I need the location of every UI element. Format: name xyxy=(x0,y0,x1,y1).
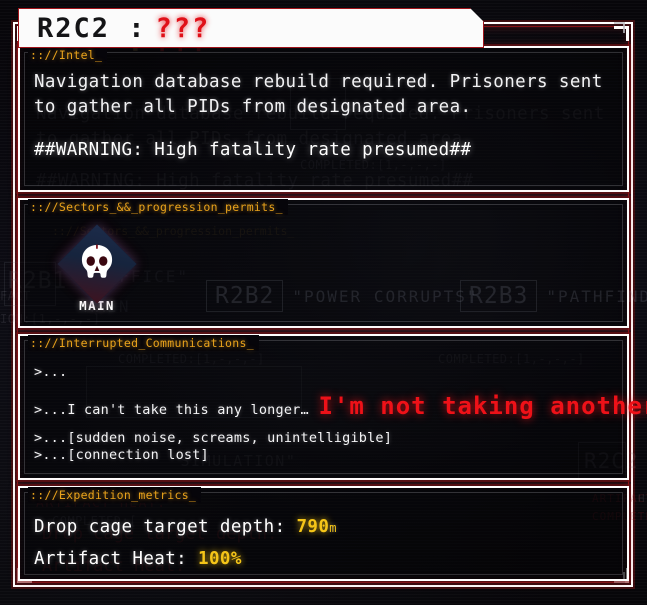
metric-row: Artifact Heat: 100% xyxy=(34,544,617,575)
intel-panel: :://Intel_ Navigation database rebuild r… xyxy=(18,46,629,192)
sectors-panel-body: MAIN R2B2 "POWER CORRUPTS" R2B3 "PATHFIN… xyxy=(34,222,647,320)
comm-line-prefix: >... xyxy=(34,364,68,380)
comm-line-prefix: >... xyxy=(34,402,68,418)
intel-warning-text: ##WARNING: High fatality rate presumed## xyxy=(34,140,472,160)
page-title-unknown-badge: ??? xyxy=(155,12,211,44)
sector-node-main[interactable]: MAIN xyxy=(57,224,137,313)
comm-log-line-shout: >...I can't take this any longer… I'm no… xyxy=(34,392,647,420)
intel-line: to gather all PIDs from designated area. xyxy=(34,97,472,117)
sector-code: R2B3 xyxy=(460,280,538,312)
comm-log-line: >... xyxy=(34,364,617,381)
metric-row: Drop cage target depth: 790m xyxy=(34,512,617,544)
comm-line-shout-text: I'm not taking another step. NOT ONE- xyxy=(318,392,647,420)
page-title: R2C2 : xyxy=(37,12,147,44)
metrics-panel-body: Drop cage target depth: 790m Artifact He… xyxy=(34,512,617,573)
metric-label: Artifact Heat: xyxy=(34,549,188,569)
metrics-panel-label: :://Expedition_metrics_ xyxy=(28,487,202,503)
communications-panel-body: >... >...I can't take this any longer… I… xyxy=(34,362,647,472)
expedition-metrics-panel: :://Expedition_metrics_ Drop cage target… xyxy=(18,486,629,581)
metric-label: Drop cage target depth: xyxy=(34,517,286,537)
communications-panel: :://Interrupted_Communications_ >... >..… xyxy=(18,334,647,480)
intel-panel-body: Navigation database rebuild required. Pr… xyxy=(34,70,617,184)
comm-line-text: [connection lost] xyxy=(67,447,209,463)
sector-quote: "POWER CORRUPTS" xyxy=(292,286,479,306)
metric-unit: m xyxy=(329,521,337,535)
sector-chip-r2b3[interactable]: R2B3 "PATHFINDER" xyxy=(460,280,647,312)
sector-code: R2B2 xyxy=(206,280,284,312)
comm-log-line: >...[connection lost] xyxy=(34,447,617,464)
intel-panel-label: :://Intel_ xyxy=(28,47,108,63)
sector-quote: "PATHFINDER" xyxy=(546,286,647,306)
comm-line-text: I can't take this any longer… xyxy=(67,402,309,418)
sector-node-diamond xyxy=(57,224,137,304)
metric-value: 100% xyxy=(198,549,242,569)
inner-bracket-top-right-icon xyxy=(614,22,625,33)
comm-log-line: >...[sudden noise, screams, unintelligib… xyxy=(34,430,617,447)
sector-chip-r2b2[interactable]: R2B2 "POWER CORRUPTS" xyxy=(206,280,479,312)
comm-line-text: [sudden noise, screams, unintelligible] xyxy=(67,430,393,446)
sectors-panel-label: :://Sectors_&&_progression_permits_ xyxy=(28,199,288,215)
comm-line-prefix: >... xyxy=(34,447,68,463)
skull-icon xyxy=(81,244,113,278)
sectors-panel: :://Sectors_&&_progression_permits_ MAIN… xyxy=(18,198,647,328)
metric-value: 790 xyxy=(296,517,330,537)
comm-line-prefix: >... xyxy=(34,430,68,446)
communications-panel-label: :://Interrupted_Communications_ xyxy=(28,335,259,351)
window-titlebar: R2C2 : ??? xyxy=(18,8,484,48)
intel-line: Navigation database rebuild required. Pr… xyxy=(34,72,603,92)
terminal-screen: Navigation database rebuild required. Pr… xyxy=(0,0,647,605)
